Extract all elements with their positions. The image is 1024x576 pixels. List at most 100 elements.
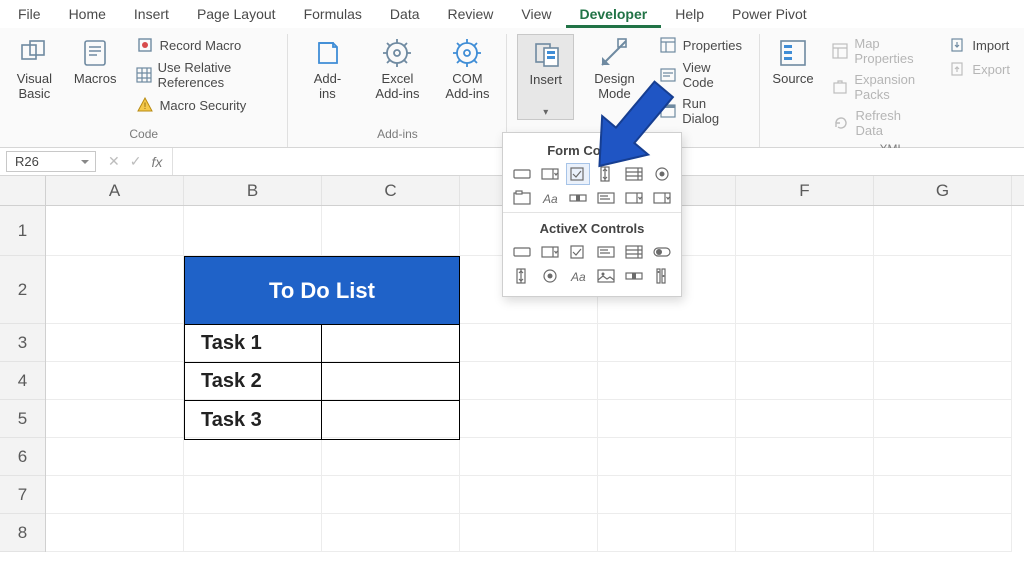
cell[interactable] [460, 514, 598, 552]
form-control-label-icon[interactable]: Aa [539, 188, 561, 208]
cell[interactable] [460, 324, 598, 362]
cell[interactable] [598, 324, 736, 362]
tab-help[interactable]: Help [661, 2, 718, 28]
cell[interactable] [874, 256, 1012, 324]
row-header-8[interactable]: 8 [0, 514, 45, 552]
cell[interactable] [46, 206, 184, 256]
todo-task-1[interactable]: Task 1 [185, 325, 322, 362]
cell[interactable] [874, 476, 1012, 514]
properties-button[interactable]: Properties [655, 34, 749, 56]
cell[interactable] [874, 400, 1012, 438]
activex-control-textbox-icon[interactable] [595, 242, 617, 262]
cell[interactable] [46, 400, 184, 438]
cell[interactable] [874, 206, 1012, 256]
cell[interactable] [460, 476, 598, 514]
visual-basic-button[interactable]: Visual Basic [10, 34, 59, 104]
cell[interactable] [874, 362, 1012, 400]
cell[interactable] [736, 438, 874, 476]
cell[interactable] [46, 476, 184, 514]
activex-control-scrollbar-icon[interactable] [623, 266, 645, 286]
record-macro-button[interactable]: Record Macro [132, 34, 278, 56]
form-control-combo2-icon[interactable] [623, 188, 645, 208]
com-addins-button[interactable]: COM Add-ins [438, 34, 496, 104]
row-header-2[interactable]: 2 [0, 256, 45, 324]
row-header-5[interactable]: 5 [0, 400, 45, 438]
import-button[interactable]: Import [944, 34, 1014, 56]
refresh-data-button[interactable]: Refresh Data [828, 106, 932, 140]
column-header-B[interactable]: B [184, 176, 322, 205]
cell[interactable] [460, 400, 598, 438]
activex-control-image-icon[interactable] [595, 266, 617, 286]
activex-control-combobox-icon[interactable] [539, 242, 561, 262]
cell[interactable] [46, 514, 184, 552]
cell[interactable] [184, 438, 322, 476]
cell[interactable] [736, 256, 874, 324]
cell[interactable] [322, 438, 460, 476]
cell[interactable] [46, 256, 184, 324]
cell[interactable] [46, 438, 184, 476]
cell[interactable] [46, 362, 184, 400]
activex-control-commandbutton-icon[interactable] [511, 242, 533, 262]
activex-control-label-icon[interactable]: Aa [567, 266, 589, 286]
todo-check-2[interactable] [322, 363, 459, 400]
export-button[interactable]: Export [944, 58, 1014, 80]
use-relative-button[interactable]: Use Relative References [132, 58, 278, 92]
activex-control-spin-icon[interactable] [511, 266, 533, 286]
tab-file[interactable]: File [4, 2, 55, 28]
cell[interactable] [184, 206, 322, 256]
macro-security-button[interactable]: ! Macro Security [132, 94, 278, 116]
tab-insert[interactable]: Insert [120, 2, 183, 28]
tab-pagelayout[interactable]: Page Layout [183, 2, 290, 28]
row-header-3[interactable]: 3 [0, 324, 45, 362]
cell[interactable] [736, 514, 874, 552]
column-header-G[interactable]: G [874, 176, 1012, 205]
tab-home[interactable]: Home [55, 2, 120, 28]
cell[interactable] [598, 438, 736, 476]
cancel-formula-icon[interactable]: ✕ [108, 153, 120, 170]
tab-powerpivot[interactable]: Power Pivot [718, 2, 821, 28]
row-header-7[interactable]: 7 [0, 476, 45, 514]
source-button[interactable]: Source [770, 34, 817, 104]
cell[interactable] [184, 476, 322, 514]
cell[interactable] [460, 362, 598, 400]
column-header-C[interactable]: C [322, 176, 460, 205]
cell[interactable] [874, 324, 1012, 362]
cell[interactable] [322, 514, 460, 552]
tab-data[interactable]: Data [376, 2, 434, 28]
cell[interactable] [598, 476, 736, 514]
column-header-F[interactable]: F [736, 176, 874, 205]
cell[interactable] [598, 400, 736, 438]
activex-control-option-icon[interactable] [539, 266, 561, 286]
todo-task-2[interactable]: Task 2 [185, 363, 322, 400]
insert-controls-button[interactable]: Insert ▾ [517, 34, 574, 120]
enter-formula-icon[interactable]: ✓ [130, 153, 142, 170]
cell[interactable] [322, 206, 460, 256]
todo-check-1[interactable] [322, 325, 459, 362]
cell[interactable] [598, 362, 736, 400]
activex-control-listbox-icon[interactable] [623, 242, 645, 262]
activex-control-more-icon[interactable] [651, 266, 673, 286]
cell[interactable] [736, 206, 874, 256]
expansion-packs-button[interactable]: Expansion Packs [828, 70, 932, 104]
row-header-1[interactable]: 1 [0, 206, 45, 256]
cell[interactable] [874, 514, 1012, 552]
tab-review[interactable]: Review [434, 2, 508, 28]
form-control-scrollbar-icon[interactable] [567, 188, 589, 208]
row-header-4[interactable]: 4 [0, 362, 45, 400]
cell[interactable] [736, 324, 874, 362]
cell[interactable] [184, 514, 322, 552]
activex-control-toggle-icon[interactable] [651, 242, 673, 262]
map-properties-button[interactable]: Map Properties [828, 34, 932, 68]
cell[interactable] [598, 514, 736, 552]
tab-view[interactable]: View [507, 2, 565, 28]
cell[interactable] [460, 438, 598, 476]
todo-check-3[interactable] [322, 401, 459, 439]
todo-task-3[interactable]: Task 3 [185, 401, 322, 439]
form-control-groupbox-icon[interactable] [511, 188, 533, 208]
form-control-textfield-icon[interactable] [595, 188, 617, 208]
macros-button[interactable]: Macros [71, 34, 120, 104]
tab-formulas[interactable]: Formulas [290, 2, 376, 28]
addins-button[interactable]: Add- ins [298, 34, 356, 104]
cell[interactable] [736, 476, 874, 514]
cell[interactable] [322, 476, 460, 514]
